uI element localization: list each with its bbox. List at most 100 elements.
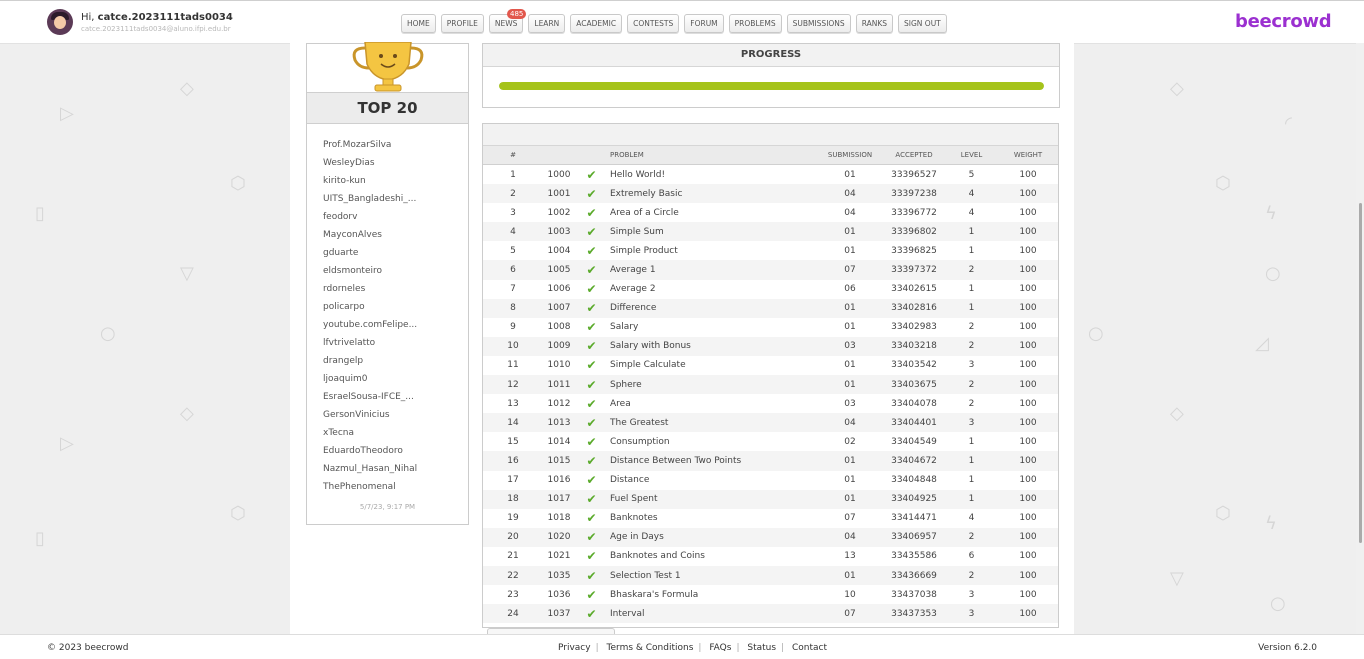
accepted-run-id[interactable]: 33404549 <box>883 432 945 451</box>
problem-id-link[interactable]: 1016 <box>543 471 575 490</box>
table-row[interactable]: 4 1003 ✔ Simple Sum 01 33396802 1 100 <box>483 222 1058 242</box>
table-row[interactable]: 24 1037 ✔ Interval 07 33437353 3 100 <box>483 604 1058 624</box>
accepted-run-id[interactable]: 33404848 <box>883 471 945 490</box>
accepted-run-id[interactable]: 33403218 <box>883 336 945 356</box>
problem-id-link[interactable]: 1005 <box>543 260 575 280</box>
nav-profile-button[interactable]: PROFILE <box>440 14 484 33</box>
accepted-run-id[interactable]: 33397372 <box>883 260 945 280</box>
top-user-link[interactable]: UITS_Bangladeshi_... <box>323 193 417 211</box>
col-submission-header[interactable]: SUBMISSION <box>817 146 883 165</box>
problem-name-link[interactable]: Difference <box>608 298 817 318</box>
col-level-header[interactable]: LEVEL <box>945 146 998 165</box>
nav-forum-button[interactable]: FORUM <box>684 14 724 33</box>
problem-name-link[interactable]: Area of a Circle <box>608 203 817 222</box>
problem-id-link[interactable]: 1001 <box>543 184 575 204</box>
col-accepted-header[interactable]: ACCEPTED <box>883 146 945 165</box>
top-user-link[interactable]: ThePhenomenal <box>323 481 417 499</box>
accepted-run-id[interactable]: 33404401 <box>883 413 945 433</box>
table-row[interactable]: 7 1006 ✔ Average 2 06 33402615 1 100 <box>483 280 1058 299</box>
accepted-run-id[interactable]: 33396527 <box>883 165 945 185</box>
nav-home-button[interactable]: HOME <box>401 14 436 33</box>
page-scrollbar-thumb[interactable] <box>1359 203 1362 543</box>
top-user-link[interactable]: Prof.MozarSilva <box>323 139 417 157</box>
problem-id-link[interactable]: 1010 <box>543 356 575 375</box>
top-user-link[interactable]: eldsmonteiro <box>323 265 417 283</box>
top-user-link[interactable]: rdorneles <box>323 283 417 301</box>
table-row[interactable]: 11 1010 ✔ Simple Calculate 01 33403542 3 100 <box>483 356 1058 375</box>
nav-sign-out-button[interactable]: SIGN OUT <box>898 14 947 33</box>
footer-privacy-link[interactable]: Privacy <box>558 643 591 653</box>
problem-id-link[interactable]: 1003 <box>543 222 575 242</box>
accepted-run-id[interactable]: 33396825 <box>883 241 945 260</box>
col-problem-header[interactable]: PROBLEM <box>608 146 817 165</box>
accepted-run-id[interactable]: 33404925 <box>883 489 945 509</box>
table-row[interactable]: 5 1004 ✔ Simple Product 01 33396825 1 100 <box>483 241 1058 260</box>
problem-id-link[interactable]: 1008 <box>543 318 575 337</box>
problem-name-link[interactable]: Salary with Bonus <box>608 336 817 356</box>
accepted-run-id[interactable]: 33396772 <box>883 203 945 222</box>
footer-status-link[interactable]: Status <box>747 643 776 653</box>
nav-problems-button[interactable]: PROBLEMS <box>728 14 782 33</box>
problem-name-link[interactable]: Extremely Basic <box>608 184 817 204</box>
table-row[interactable]: 2 1001 ✔ Extremely Basic 04 33397238 4 100 <box>483 184 1058 204</box>
problem-id-link[interactable]: 1000 <box>543 165 575 185</box>
problem-id-link[interactable]: 1004 <box>543 241 575 260</box>
table-row[interactable]: 15 1014 ✔ Consumption 02 33404549 1 100 <box>483 432 1058 451</box>
problem-id-link[interactable]: 1009 <box>543 336 575 356</box>
accepted-run-id[interactable]: 33402615 <box>883 280 945 299</box>
table-row[interactable]: 3 1002 ✔ Area of a Circle 04 33396772 4 100 <box>483 203 1058 222</box>
table-row[interactable]: 21 1021 ✔ Banknotes and Coins 13 33435586 6 100 <box>483 547 1058 566</box>
table-row[interactable]: 17 1016 ✔ Distance 01 33404848 1 100 <box>483 471 1058 490</box>
accepted-run-id[interactable]: 33403675 <box>883 375 945 395</box>
table-row[interactable]: 13 1012 ✔ Area 03 33404078 2 100 <box>483 394 1058 413</box>
problem-name-link[interactable]: Banknotes and Coins <box>608 547 817 566</box>
problem-id-link[interactable]: 1037 <box>543 604 575 624</box>
top-user-link[interactable]: policarpo <box>323 301 417 319</box>
accepted-run-id[interactable]: 33437353 <box>883 604 945 624</box>
problem-id-link[interactable]: 1002 <box>543 203 575 222</box>
top-user-link[interactable]: EduardoTheodoro <box>323 445 417 463</box>
top-user-link[interactable]: feodorv <box>323 211 417 229</box>
accepted-run-id[interactable]: 33402816 <box>883 298 945 318</box>
table-row[interactable]: 8 1007 ✔ Difference 01 33402816 1 100 <box>483 298 1058 318</box>
problem-name-link[interactable]: Average 1 <box>608 260 817 280</box>
table-row[interactable]: 18 1017 ✔ Fuel Spent 01 33404925 1 100 <box>483 489 1058 509</box>
beecrowd-logo[interactable]: beecrowd <box>1235 11 1332 32</box>
nav-contests-button[interactable]: CONTESTS <box>627 14 680 33</box>
accepted-run-id[interactable]: 33404672 <box>883 451 945 471</box>
problem-id-link[interactable]: 1014 <box>543 432 575 451</box>
problem-name-link[interactable]: Salary <box>608 318 817 337</box>
problem-id-link[interactable]: 1020 <box>543 527 575 547</box>
table-row[interactable]: 9 1008 ✔ Salary 01 33402983 2 100 <box>483 318 1058 337</box>
problem-name-link[interactable]: Average 2 <box>608 280 817 299</box>
problem-id-link[interactable]: 1012 <box>543 394 575 413</box>
accepted-run-id[interactable]: 33435586 <box>883 547 945 566</box>
problem-id-link[interactable]: 1036 <box>543 585 575 604</box>
nav-submissions-button[interactable]: SUBMISSIONS <box>786 14 851 33</box>
problem-name-link[interactable]: Banknotes <box>608 509 817 528</box>
problem-id-link[interactable]: 1017 <box>543 489 575 509</box>
problem-name-link[interactable]: Fuel Spent <box>608 489 817 509</box>
table-row[interactable]: 16 1015 ✔ Distance Between Two Points 01 3340… <box>483 451 1058 471</box>
top-user-link[interactable]: kirito-kun <box>323 175 417 193</box>
problem-name-link[interactable]: Hello World! <box>608 165 817 185</box>
top-user-link[interactable]: youtube.comFelipe... <box>323 319 417 337</box>
problem-name-link[interactable]: Interval <box>608 604 817 624</box>
problem-name-link[interactable]: Sphere <box>608 375 817 395</box>
problem-name-link[interactable]: Selection Test 1 <box>608 565 817 586</box>
table-row[interactable]: 14 1013 ✔ The Greatest 04 33404401 3 100 <box>483 413 1058 433</box>
problem-id-link[interactable]: 1006 <box>543 280 575 299</box>
table-row[interactable]: 20 1020 ✔ Age in Days 04 33406957 2 100 <box>483 527 1058 547</box>
nav-news-button[interactable]: NEWS 485 <box>488 9 527 33</box>
table-row[interactable]: 1 1000 ✔ Hello World! 01 33396527 5 100 <box>483 165 1058 185</box>
problem-id-link[interactable]: 1018 <box>543 509 575 528</box>
nav-learn-button[interactable]: LEARN <box>528 14 566 33</box>
table-row[interactable]: 23 1036 ✔ Bhaskara's Formula 10 33437038 3 100 <box>483 585 1058 604</box>
accepted-run-id[interactable]: 33404078 <box>883 394 945 413</box>
problem-name-link[interactable]: Distance <box>608 471 817 490</box>
accepted-run-id[interactable]: 33414471 <box>883 509 945 528</box>
table-row[interactable]: 19 1018 ✔ Banknotes 07 33414471 4 100 <box>483 509 1058 528</box>
problem-name-link[interactable]: Consumption <box>608 432 817 451</box>
top-user-link[interactable]: gduarte <box>323 247 417 265</box>
accepted-run-id[interactable]: 33396802 <box>883 222 945 242</box>
